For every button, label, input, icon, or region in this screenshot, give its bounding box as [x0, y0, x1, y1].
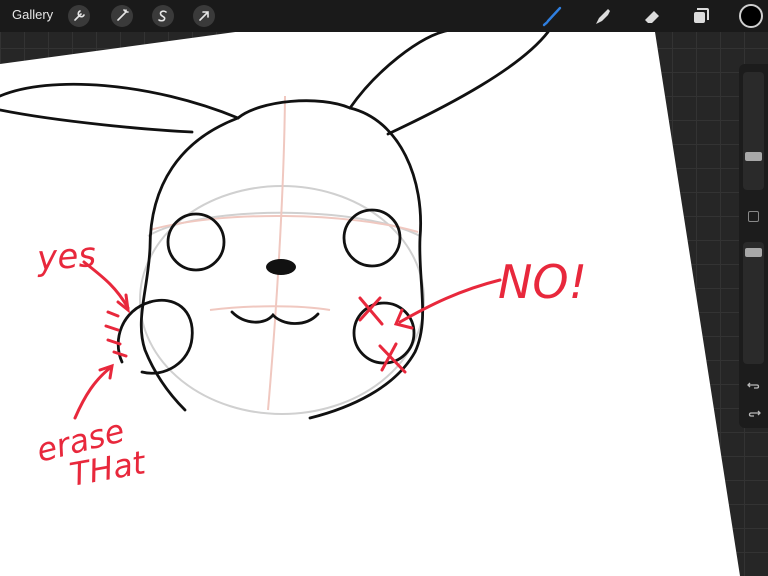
annotation-no: NO! [498, 255, 587, 309]
magic-wand-icon[interactable] [111, 5, 133, 27]
brush-sidebar [739, 64, 768, 428]
brush-icon[interactable] [540, 4, 564, 28]
layers-icon[interactable] [689, 4, 713, 28]
drawing-canvas[interactable]: yes NO! erase THat [0, 0, 768, 576]
transform-arrow-icon[interactable] [193, 5, 215, 27]
annotation-yes: yes [35, 235, 97, 279]
canvas-paper [0, 30, 740, 576]
color-picker-swatch[interactable] [739, 4, 763, 28]
modify-square-icon[interactable] [748, 211, 759, 222]
undo-icon[interactable] [745, 376, 763, 394]
brush-size-slider[interactable] [743, 72, 764, 190]
opacity-slider[interactable] [743, 242, 764, 364]
nose [266, 259, 296, 275]
brush-size-thumb[interactable] [745, 152, 762, 161]
top-toolbar: Gallery [0, 0, 768, 32]
redo-icon[interactable] [745, 404, 763, 422]
selection-s-icon[interactable] [152, 5, 174, 27]
gallery-button[interactable]: Gallery [12, 7, 53, 22]
eraser-icon[interactable] [640, 4, 664, 28]
wrench-icon[interactable] [68, 5, 90, 27]
smudge-icon[interactable] [590, 4, 614, 28]
opacity-thumb[interactable] [745, 248, 762, 257]
